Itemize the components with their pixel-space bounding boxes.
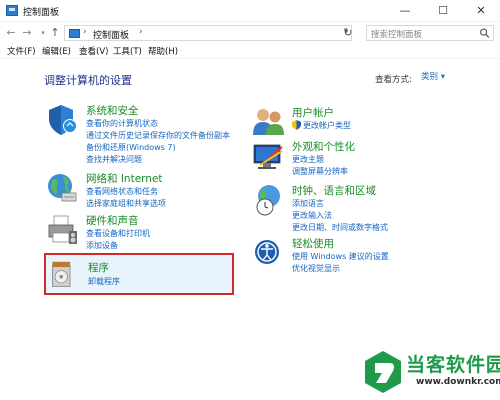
menu-edit[interactable]: 编辑(E) (42, 45, 71, 57)
maximize-button[interactable]: ☐ (424, 0, 462, 22)
menu-view[interactable]: 查看(V) (79, 45, 108, 57)
category-programs: 程序 卸载程序 (48, 258, 228, 292)
watermark-title: 当客软件园 (406, 354, 500, 376)
users-icon[interactable] (252, 105, 286, 139)
address-row: ← → ▾ ↑ › 控制面板 › ▾ ↻ 搜索控制面板 (0, 22, 500, 44)
link-add-device[interactable]: 添加设备 (86, 240, 118, 251)
link-backup-restore[interactable]: 备份和还原(Windows 7) (86, 142, 176, 153)
uac-shield-icon (292, 120, 301, 130)
breadcrumb-control-panel[interactable]: 控制面板 (93, 28, 129, 41)
watermark-url: www.downkr.com (416, 377, 500, 387)
link-add-language[interactable]: 添加语言 (292, 198, 324, 209)
address-bar[interactable]: › 控制面板 › ▾ (64, 25, 352, 41)
user-accounts-title[interactable]: 用户帐户 (292, 105, 334, 120)
appearance-icon[interactable] (252, 139, 286, 173)
link-recommended-settings[interactable]: 使用 Windows 建议的设置 (292, 251, 389, 262)
search-placeholder: 搜索控制面板 (371, 30, 423, 40)
breadcrumb-separator[interactable]: › (83, 27, 87, 37)
link-date-time-format[interactable]: 更改日期、时间或数字格式 (292, 222, 388, 233)
link-devices-printers[interactable]: 查看设备和打印机 (86, 228, 150, 239)
back-button[interactable]: ← (4, 25, 18, 41)
up-button[interactable]: ↑ (48, 25, 62, 41)
category-hardware-sound: 硬件和声音 查看设备和打印机 添加设备 (46, 213, 246, 253)
control-panel-icon (6, 5, 18, 16)
link-file-history-backup[interactable]: 通过文件历史记录保存你的文件备份副本 (86, 130, 230, 141)
control-panel-crumb-icon (69, 29, 80, 38)
minimize-button[interactable]: — (386, 0, 424, 22)
refresh-button[interactable]: ↻ (340, 25, 356, 41)
link-screen-resolution[interactable]: 调整屏幕分辨率 (292, 166, 348, 177)
category-user-accounts: 用户帐户 更改帐户类型 (252, 105, 482, 135)
menu-tools[interactable]: 工具(T) (113, 45, 142, 57)
search-icon[interactable] (479, 27, 490, 39)
link-troubleshoot[interactable]: 查找并解决问题 (86, 154, 142, 165)
category-system-security: 系统和安全 查看你的计算机状态 通过文件历史记录保存你的文件备份副本 备份和还原… (46, 103, 246, 167)
network-globe-icon[interactable] (46, 171, 80, 205)
site-watermark: 当客软件园 www.downkr.com (360, 347, 500, 400)
ease-of-access-title[interactable]: 轻松使用 (292, 236, 334, 251)
watermark-logo-icon (365, 351, 401, 393)
network-title[interactable]: 网络和 Internet (86, 171, 163, 186)
ease-of-access-icon[interactable] (252, 236, 286, 270)
hardware-sound-title[interactable]: 硬件和声音 (86, 213, 139, 228)
category-appearance: 外观和个性化 更改主题 调整屏幕分辨率 (252, 139, 482, 179)
view-by-label: 查看方式: (375, 75, 412, 85)
system-security-title[interactable]: 系统和安全 (86, 103, 139, 118)
link-view-computer-status[interactable]: 查看你的计算机状态 (86, 118, 158, 129)
printer-icon[interactable] (46, 213, 80, 247)
shield-icon[interactable] (46, 103, 80, 137)
view-by-dropdown[interactable]: 类别 ▾ (418, 70, 453, 84)
breadcrumb-separator[interactable]: › (139, 27, 143, 37)
search-input[interactable]: 搜索控制面板 (366, 25, 494, 41)
link-network-status[interactable]: 查看网络状态和任务 (86, 186, 158, 197)
page-title: 调整计算机的设置 (44, 74, 132, 87)
window-title: 控制面板 (23, 8, 60, 18)
category-clock-region: 时钟、语言和区域 添加语言 更改输入法 更改日期、时间或数字格式 (252, 183, 492, 235)
title-bar: 控制面板 — ☐ ✕ (0, 0, 500, 22)
menu-bar: 文件(F) 编辑(E) 查看(V) 工具(T) 帮助(H) (0, 44, 500, 58)
link-uninstall-program[interactable]: 卸载程序 (88, 276, 120, 287)
programs-box-icon[interactable] (48, 260, 78, 290)
close-button[interactable]: ✕ (462, 0, 500, 22)
forward-button[interactable]: → (20, 25, 34, 41)
programs-title[interactable]: 程序 (88, 260, 109, 275)
clock-globe-icon[interactable] (252, 183, 286, 217)
link-homegroup-sharing[interactable]: 选择家庭组和共享选项 (86, 198, 166, 209)
link-change-theme[interactable]: 更改主题 (292, 154, 324, 165)
link-change-account-type[interactable]: 更改帐户类型 (303, 120, 351, 131)
link-optimize-display[interactable]: 优化视觉显示 (292, 263, 340, 274)
category-network: 网络和 Internet 查看网络状态和任务 选择家庭组和共享选项 (46, 171, 246, 211)
menu-file[interactable]: 文件(F) (7, 45, 36, 57)
menu-help[interactable]: 帮助(H) (148, 45, 178, 57)
clock-region-title[interactable]: 时钟、语言和区域 (292, 183, 376, 198)
appearance-title[interactable]: 外观和个性化 (292, 139, 355, 154)
link-change-input-method[interactable]: 更改输入法 (292, 210, 332, 221)
category-ease-of-access: 轻松使用 使用 Windows 建议的设置 优化视觉显示 (252, 236, 492, 276)
